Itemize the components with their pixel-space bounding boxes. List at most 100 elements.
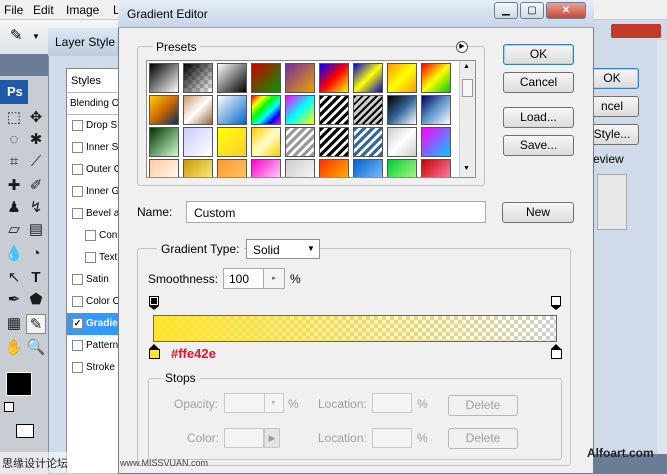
preset-swatch[interactable] (387, 159, 417, 177)
preset-swatch[interactable] (251, 95, 281, 125)
style-checkbox[interactable]: ✓ (72, 318, 83, 329)
color-location-input[interactable] (372, 428, 412, 448)
magic-wand-icon[interactable]: ✱ (26, 130, 46, 150)
preset-swatch[interactable] (149, 127, 179, 157)
history-brush-icon[interactable]: ↯ (26, 198, 46, 218)
preset-swatch[interactable] (217, 127, 247, 157)
opacity-input[interactable] (224, 393, 264, 413)
ok-button[interactable]: OK (503, 44, 574, 65)
scroll-thumb[interactable] (462, 79, 473, 97)
scroll-down-icon[interactable]: ▼ (463, 165, 470, 172)
pen-icon[interactable]: ✒ (4, 290, 24, 310)
preset-swatch[interactable] (183, 95, 213, 125)
eyedropper-tool-icon[interactable]: ✎ (26, 314, 46, 334)
smoothness-dropdown-icon[interactable]: ▸ (263, 268, 285, 289)
hand-icon[interactable]: ✋ (4, 338, 24, 358)
style-checkbox[interactable] (72, 296, 83, 307)
preset-swatch[interactable] (387, 63, 417, 93)
blur-icon[interactable]: 💧 (4, 244, 24, 264)
preset-swatch[interactable] (285, 159, 315, 177)
preset-swatch[interactable] (421, 159, 451, 177)
preset-swatch[interactable] (149, 63, 179, 93)
style-checkbox[interactable] (72, 340, 83, 351)
preset-swatch[interactable] (149, 159, 179, 177)
preset-swatch[interactable] (251, 127, 281, 157)
close-icon[interactable]: ✕ (546, 2, 586, 19)
style-checkbox[interactable] (72, 142, 83, 153)
eyedropper-icon[interactable]: ✎ (10, 26, 30, 46)
preset-swatch[interactable] (387, 95, 417, 125)
load-button[interactable]: Load... (503, 107, 574, 128)
color-delete-button[interactable]: Delete (448, 428, 518, 449)
preset-swatch[interactable] (285, 95, 315, 125)
menu-edit[interactable]: Edit (33, 3, 54, 17)
default-colors-icon[interactable] (4, 402, 14, 412)
preset-swatch[interactable] (183, 127, 213, 157)
preset-swatch[interactable] (251, 159, 281, 177)
preset-swatch[interactable] (217, 159, 247, 177)
quick-mask-icon[interactable] (16, 424, 34, 438)
preset-swatch[interactable] (421, 127, 451, 157)
marquee-icon[interactable]: ⬚ (4, 108, 24, 128)
presets-scrollbar[interactable]: ▲ ▼ (459, 61, 475, 177)
preset-swatch[interactable] (421, 95, 451, 125)
brush-icon[interactable]: ✐ (26, 176, 46, 196)
style-checkbox[interactable] (72, 274, 83, 285)
preset-swatch[interactable] (421, 63, 451, 93)
minimize-icon[interactable]: ▁ (494, 2, 518, 19)
preset-swatch[interactable] (217, 63, 247, 93)
style-checkbox[interactable] (72, 186, 83, 197)
preset-swatch[interactable] (319, 127, 349, 157)
scrollbar[interactable] (657, 40, 667, 454)
preset-swatch[interactable] (217, 95, 247, 125)
preset-swatch[interactable] (387, 127, 417, 157)
smoothness-input[interactable]: 100 (223, 268, 263, 289)
style-checkbox[interactable] (72, 120, 83, 131)
gradient-tool-icon[interactable]: ▤ (26, 220, 46, 240)
color-swatch-field[interactable] (224, 428, 264, 448)
stamp-icon[interactable]: ♟ (4, 198, 24, 218)
preset-swatch[interactable] (353, 63, 383, 93)
type-tool-icon[interactable]: T (26, 268, 46, 288)
preset-swatch[interactable] (353, 95, 383, 125)
save-button[interactable]: Save... (503, 135, 574, 156)
opacity-stop-right[interactable] (551, 296, 561, 310)
preset-swatch[interactable] (319, 63, 349, 93)
color-stop-left[interactable] (149, 344, 160, 360)
healing-icon[interactable]: ✚ (4, 176, 24, 196)
maximize-icon[interactable]: ▢ (520, 2, 544, 19)
style-checkbox[interactable] (72, 164, 83, 175)
zoom-icon[interactable]: 🔍 (26, 338, 46, 358)
move-icon[interactable]: ✥ (26, 108, 46, 128)
style-checkbox[interactable] (72, 362, 83, 373)
color-menu-icon[interactable]: ▶ (264, 428, 280, 448)
preset-swatch[interactable] (353, 159, 383, 177)
preset-swatch[interactable] (251, 63, 281, 93)
gradient-preview-bar[interactable] (153, 315, 557, 342)
preset-swatch[interactable] (183, 63, 213, 93)
preset-swatch[interactable] (285, 127, 315, 157)
menu-file[interactable]: File (4, 3, 23, 17)
eraser-icon[interactable]: ▱ (4, 220, 24, 240)
slice-icon[interactable]: ⟋ (26, 152, 46, 172)
preset-swatch[interactable] (319, 159, 349, 177)
shape-icon[interactable]: ⬟ (26, 290, 46, 310)
style-checkbox[interactable] (85, 230, 96, 241)
foreground-color-swatch[interactable] (6, 372, 32, 396)
name-input[interactable]: Custom (186, 201, 486, 223)
color-stop-right[interactable] (551, 344, 562, 360)
opacity-location-input[interactable] (372, 393, 412, 413)
path-select-icon[interactable]: ↖ (4, 268, 24, 288)
menu-image[interactable]: Image (66, 3, 99, 17)
close-icon[interactable] (611, 24, 661, 38)
opacity-dropdown-icon[interactable]: ▸ (264, 393, 284, 413)
opacity-stop-left[interactable] (149, 296, 159, 310)
presets-menu-icon[interactable]: ▶ (456, 41, 468, 53)
cancel-button[interactable]: Cancel (503, 72, 574, 93)
preset-swatch[interactable] (285, 63, 315, 93)
style-checkbox[interactable] (85, 252, 96, 263)
dodge-icon[interactable]: ◔ (26, 244, 46, 264)
preset-swatch[interactable] (319, 95, 349, 125)
preset-swatch[interactable] (183, 159, 213, 177)
preset-swatch[interactable] (149, 95, 179, 125)
